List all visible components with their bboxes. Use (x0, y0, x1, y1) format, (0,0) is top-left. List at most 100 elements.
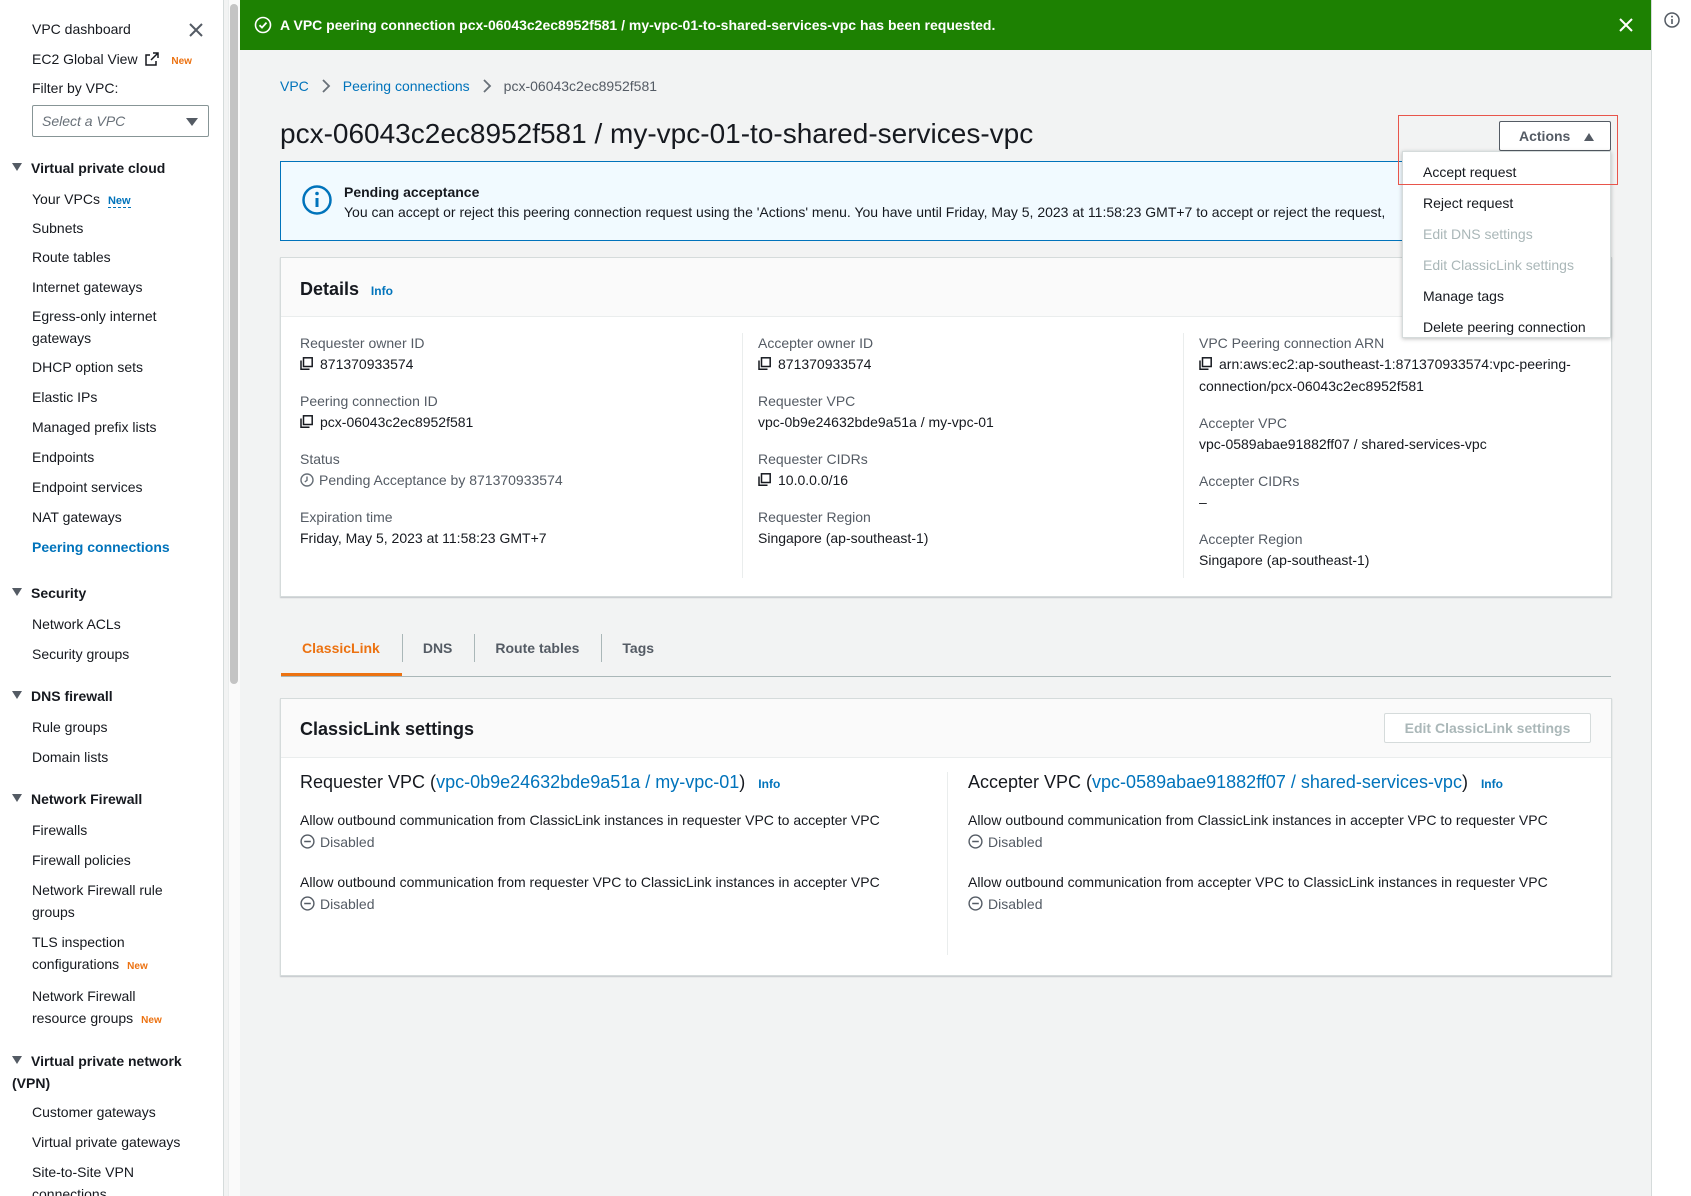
sidebar-item-network-firewall-rule-groups[interactable]: Network Firewall rule groups (32, 879, 182, 923)
setting-label: Allow outbound communication from accept… (968, 874, 1548, 890)
arn-value-line-1: arn:aws:ec2:ap-southeast-1:871370933574:… (1219, 356, 1571, 372)
accepter-vpc-link[interactable]: vpc-0589abae91882ff07 / shared-services-… (1199, 433, 1487, 455)
accepter-region: Singapore (ap-southeast-1) (1199, 552, 1370, 568)
edit-classiclink-settings-button[interactable]: Edit ClassicLink settings (1384, 713, 1591, 743)
section-title: Security (31, 585, 87, 601)
setting-value: Disabled (320, 834, 375, 850)
info-icon (302, 185, 332, 215)
classiclink-title: ClassicLink settings (300, 719, 475, 739)
alert-body: You can accept or reject this peering co… (344, 204, 1386, 220)
close-icon[interactable] (186, 20, 206, 40)
new-badge: New (127, 961, 148, 972)
sidebar-item-network-acls[interactable]: Network ACLs (32, 613, 202, 635)
requester-vpc-heading-link[interactable]: vpc-0b9e24632bde9a51a / my-vpc-01 (436, 772, 739, 792)
accepter-info-link[interactable]: Info (1481, 777, 1503, 791)
sidebar-item-subnets[interactable]: Subnets (32, 217, 202, 239)
new-badge: New (107, 195, 131, 208)
sidebar-item-internet-gateways[interactable]: Internet gateways (32, 276, 202, 298)
sidebar-item-virtual-private-gateways[interactable]: Virtual private gateways (32, 1131, 202, 1153)
accepter-setting-1: Allow outbound communication from Classi… (968, 812, 1548, 850)
sidebar-item-egress-only-internet-gateways[interactable]: Egress-only internet gateways (32, 305, 202, 349)
sidebar-item-peering-connections[interactable]: Peering connections (32, 536, 202, 558)
sidebar-item-your-vpcs[interactable]: Your VPCs New (32, 188, 202, 212)
sidebar-item-rule-groups[interactable]: Rule groups (32, 716, 202, 738)
arn-value-line-2: connection/pcx-06043c2ec8952f581 (1199, 378, 1424, 394)
setting-label: Allow outbound communication from reques… (300, 874, 880, 890)
requester-vpc-heading: Requester VPC (vpc-0b9e24632bde9a51a / m… (300, 772, 940, 793)
menu-item-delete-peering-connection[interactable]: Delete peering connection (1403, 312, 1610, 343)
setting-label: Allow outbound communication from Classi… (300, 812, 880, 828)
details-info-link[interactable]: Info (371, 284, 393, 298)
menu-item-edit-dns-settings: Edit DNS settings (1423, 226, 1533, 242)
sidebar-item-site-to-site-vpn[interactable]: Site-to-Site VPN connections (32, 1161, 172, 1196)
sidebar-item-domain-lists[interactable]: Domain lists (32, 746, 202, 768)
sidebar-item-tls-inspection[interactable]: TLS inspection configurations New (32, 931, 162, 978)
accepter-region-label: Accepter Region (1199, 531, 1303, 547)
sidebar-item-dhcp-option-sets[interactable]: DHCP option sets (32, 356, 202, 378)
sidebar-item-nat-gateways[interactable]: NAT gateways (32, 506, 202, 528)
accepter-vpc-section: Accepter VPC (vpc-0589abae91882ff07 / sh… (947, 772, 1587, 955)
requester-owner-id-label: Requester owner ID (300, 335, 425, 351)
details-column-2: Accepter owner ID 871370933574 Requester… (742, 333, 1162, 578)
menu-item-edit-classiclink-settings: Edit ClassicLink settings (1423, 257, 1574, 273)
status-value: Pending Acceptance by 871370933574 (319, 472, 563, 488)
sidebar-item-customer-gateways[interactable]: Customer gateways (32, 1101, 202, 1123)
sidebar-item-firewall-policies[interactable]: Firewall policies (32, 849, 202, 871)
info-circle-icon[interactable] (1664, 12, 1680, 28)
tab-route-tables[interactable]: Route tables (474, 628, 601, 676)
breadcrumb-vpc[interactable]: VPC (280, 78, 309, 94)
tab-dns[interactable]: DNS (401, 628, 475, 676)
section-virtual-private-cloud[interactable]: Virtual private cloud (12, 160, 165, 176)
sidebar-item-managed-prefix-lists[interactable]: Managed prefix lists (32, 416, 202, 438)
details-column-3: VPC Peering connection ARN arn:aws:ec2:a… (1183, 333, 1603, 578)
tab-classiclink[interactable]: ClassicLink (281, 628, 402, 676)
heading-suffix: ) (1461, 772, 1468, 792)
section-vpn[interactable]: Virtual private network (VPN) (12, 1050, 202, 1094)
setting-label: Allow outbound communication from Classi… (968, 812, 1548, 828)
copy-icon[interactable] (1199, 357, 1212, 370)
requester-vpc-link[interactable]: vpc-0b9e24632bde9a51a / my-vpc-01 (758, 411, 994, 433)
caret-down-icon (12, 691, 22, 699)
heading-prefix: Requester VPC ( (300, 772, 437, 792)
section-security[interactable]: Security (12, 585, 86, 601)
sidebar-item-elastic-ips[interactable]: Elastic IPs (32, 386, 202, 408)
sidebar-item-endpoints[interactable]: Endpoints (32, 446, 202, 468)
section-network-firewall[interactable]: Network Firewall (12, 791, 142, 807)
status-label: Status (300, 451, 340, 467)
section-title: DNS firewall (31, 688, 113, 704)
sidebar-item-vpc-dashboard[interactable]: VPC dashboard (32, 21, 131, 37)
section-title: Network Firewall (31, 791, 143, 807)
copy-icon[interactable] (758, 473, 771, 486)
setting-value: Disabled (988, 834, 1043, 850)
accepter-vpc-heading-link[interactable]: vpc-0589abae91882ff07 / shared-services-… (1092, 772, 1462, 792)
sidebar-item-network-firewall-resource-groups[interactable]: Network Firewall resource groups New (32, 985, 172, 1032)
requester-vpc-section: Requester VPC (vpc-0b9e24632bde9a51a / m… (300, 772, 940, 912)
caret-down-icon (12, 588, 22, 596)
sidebar-item-firewalls[interactable]: Firewalls (32, 819, 202, 841)
copy-icon[interactable] (300, 415, 313, 428)
sidebar-scrollbar-thumb[interactable] (230, 4, 238, 684)
breadcrumb-peering-connections[interactable]: Peering connections (343, 78, 470, 94)
tab-tags[interactable]: Tags (601, 628, 676, 676)
requester-cidrs-label: Requester CIDRs (758, 451, 868, 467)
copy-icon[interactable] (300, 357, 313, 370)
alert-title: Pending acceptance (344, 184, 480, 200)
vpc-filter-select[interactable]: Select a VPC (32, 105, 209, 137)
sidebar-item-label: Your VPCs (32, 191, 100, 207)
menu-item-manage-tags[interactable]: Manage tags (1403, 281, 1610, 312)
section-dns-firewall[interactable]: DNS firewall (12, 688, 113, 704)
menu-item-reject-request[interactable]: Reject request (1403, 188, 1610, 219)
section-title: Virtual private network (VPN) (12, 1053, 182, 1091)
accepter-setting-2: Allow outbound communication from accept… (968, 874, 1548, 912)
sidebar-item-route-tables[interactable]: Route tables (32, 246, 202, 268)
accepter-cidrs-label: Accepter CIDRs (1199, 473, 1300, 489)
sidebar-item-endpoint-services[interactable]: Endpoint services (32, 476, 202, 498)
sidebar-item-ec2-global-view[interactable]: EC2 Global View New (32, 51, 192, 67)
copy-icon[interactable] (758, 357, 771, 370)
sidebar-item-security-groups[interactable]: Security groups (32, 643, 202, 665)
caret-down-icon (12, 1056, 22, 1064)
check-circle-icon (254, 16, 272, 34)
requester-info-link[interactable]: Info (758, 777, 780, 791)
accepter-vpc-label: Accepter VPC (1199, 415, 1287, 431)
dismiss-icon[interactable] (1617, 16, 1635, 34)
